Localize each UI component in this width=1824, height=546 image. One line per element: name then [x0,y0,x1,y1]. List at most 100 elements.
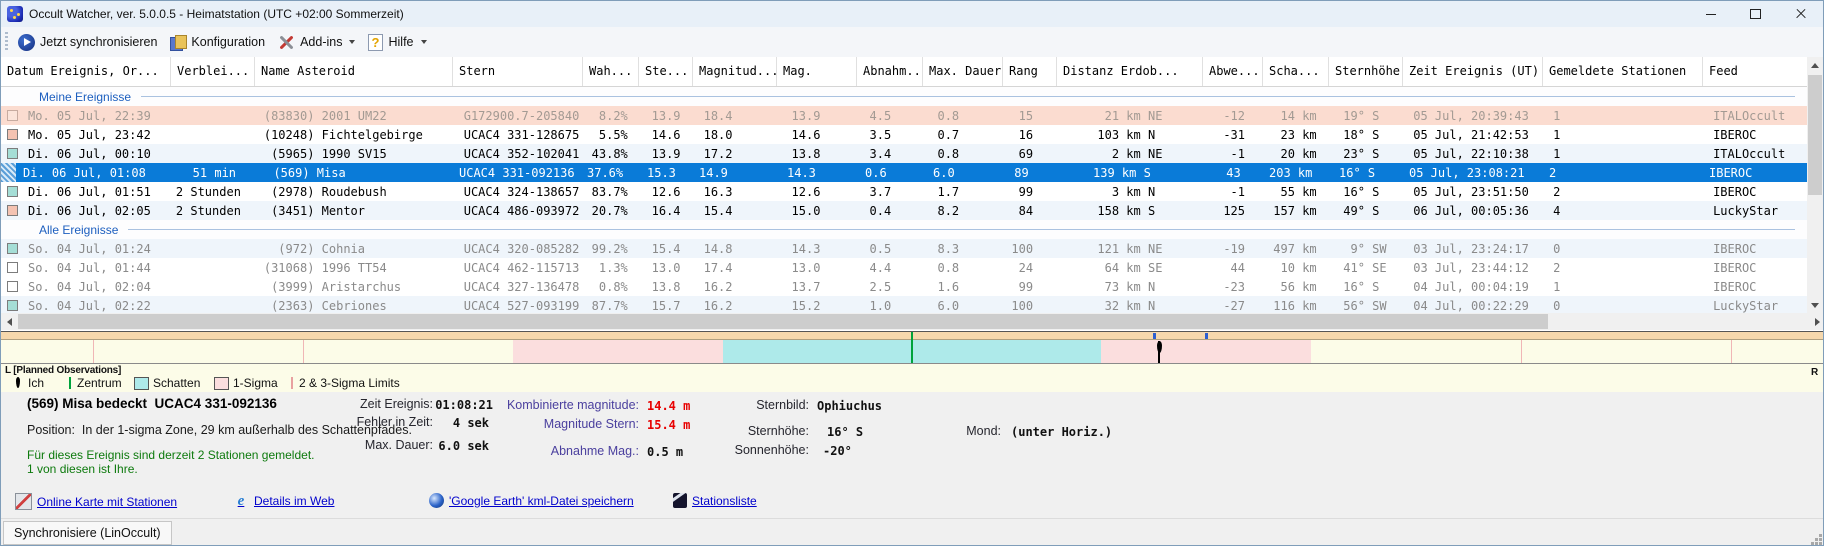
constellation-label: Sternbild: [701,398,809,412]
addins-menu-button[interactable]: Add-ins [274,30,364,54]
table-row[interactable]: Mo. 05 Jul, 22:39(83830) 2001 UM22G17290… [1,106,1809,125]
column-header[interactable]: Stern [453,57,583,86]
cell-hoehe: 23° S [1329,147,1403,161]
column-header[interactable]: Verblei... [171,57,255,86]
scroll-down-button[interactable] [1807,297,1823,313]
maximize-button[interactable] [1733,1,1778,27]
column-header[interactable]: Scha... [1263,57,1329,86]
cell-wah: 20.7% [584,204,640,218]
cell-dauer: 8.2 [923,204,1003,218]
cell-feed: IBEROC [1703,280,1809,294]
column-header[interactable]: Abnahm... [857,57,923,86]
toolbar-grip[interactable] [5,32,8,52]
cell-mag: 14.3 [773,166,853,180]
column-header[interactable]: Datum Ereignis, Or... [1,57,171,86]
row-checkbox[interactable] [7,281,18,292]
column-header[interactable]: Max. Dauer [923,57,1003,86]
app-icon [7,6,23,22]
table-row[interactable]: Di. 06 Jul, 01:08 51 min (569) MisaUCAC4… [1,163,1809,182]
row-checkbox[interactable] [7,186,18,197]
table-row[interactable]: So. 04 Jul, 02:04 (3999) AristarchusUCAC… [1,277,1809,296]
column-header[interactable]: Zeit Ereignis (UT) [1403,57,1543,86]
cell-feed: IBEROC [1703,185,1809,199]
cell-rang: 24 [1003,261,1057,275]
arrow-right-icon [1815,318,1820,326]
cell-feed: ITALOccult [1703,109,1809,123]
combined-magnitude-value: 14.4 m [647,399,690,413]
sigma-limit-line [93,340,94,363]
cell-scha: 55 km [1263,185,1329,199]
google-earth-kml-link[interactable]: 'Google Earth' kml-Datei speichern [429,493,634,508]
row-checkbox[interactable] [7,205,18,216]
column-header[interactable]: Rang [1003,57,1057,86]
cell-datum: So. 04 Jul, 01:24 [24,242,172,256]
sync-now-button[interactable]: Jetzt synchronisieren [14,30,166,54]
cell-magnitud: 14.8 [694,242,778,256]
column-header[interactable]: Sternhöhe [1329,57,1403,86]
close-button[interactable] [1778,1,1823,27]
column-header[interactable]: Ste... [639,57,693,86]
cell-name: (3451) Mentor [256,204,454,218]
help-label: Hilfe [388,35,413,49]
table-row[interactable]: Mo. 05 Jul, 23:42(10248) FichtelgebirgeU… [1,125,1809,144]
star-magnitude-label: Magnitude Stern: [481,417,639,431]
online-map-label: Online Karte mit Stationen [37,495,177,509]
configuration-button[interactable]: Konfiguration [166,30,274,54]
legend-schatten-label: Schatten [153,376,200,390]
row-checkbox[interactable] [7,243,18,254]
horizontal-scroll-thumb[interactable] [18,314,1548,329]
table-row[interactable]: So. 04 Jul, 01:44(31068) 1996 TT54UCAC4 … [1,258,1809,277]
scroll-left-button[interactable] [1,313,17,330]
table-row[interactable]: Di. 06 Jul, 00:10 (5965) 1990 SV15UCAC4 … [1,144,1809,163]
column-header[interactable]: Distanz Erdob... [1057,57,1203,86]
scroll-right-button[interactable] [1809,313,1824,330]
row-checkbox[interactable] [7,148,18,159]
cell-stern: G172900.7-205840 [454,109,584,123]
cell-stationen: 0 [1543,299,1703,313]
column-header[interactable]: Mag. [777,57,857,86]
column-header[interactable]: Gemeldete Stationen [1543,57,1703,86]
star-altitude-label: Sternhöhe: [701,424,809,438]
minimize-button[interactable] [1688,1,1733,27]
cell-feed: ITALOccult [1703,147,1809,161]
row-checkbox[interactable] [7,300,18,311]
cell-mag: 14.3 [778,242,858,256]
column-header[interactable]: Wah... [583,57,639,86]
cell-feed: IBEROC [1703,261,1809,275]
cell-abnahm: 2.5 [858,280,924,294]
station-list-label: Stationsliste [692,494,757,508]
cell-mag: 15.2 [778,299,858,313]
row-checkbox[interactable] [7,262,18,273]
table-row[interactable]: Di. 06 Jul, 01:512 Stunden (2978) Roudeb… [1,182,1809,201]
help-menu-button[interactable]: Hilfe [364,30,435,54]
star-altitude-value: 16° S [827,425,863,439]
column-header[interactable]: Magnitud... [693,57,777,86]
online-map-link[interactable]: Online Karte mit Stationen [15,493,177,510]
chevron-down-icon [421,40,427,44]
resize-grip[interactable] [1810,533,1822,545]
cell-distanz: 103 km N [1057,128,1203,142]
vertical-scroll-thumb[interactable] [1808,75,1822,195]
cell-hoehe: 56° SW [1329,299,1403,313]
scroll-up-button[interactable] [1807,57,1823,73]
column-header[interactable]: Feed [1703,57,1809,86]
row-checkbox[interactable] [7,110,18,121]
horizontal-scrollbar[interactable] [1,313,1824,330]
station-list-link[interactable]: Stationsliste [673,493,757,508]
browser-icon: e [233,493,249,509]
row-checkbox[interactable] [1,163,16,182]
table-row[interactable]: So. 04 Jul, 01:24 (972) CohniaUCAC4 320-… [1,239,1809,258]
web-details-link[interactable]: e Details im Web [233,493,334,509]
sigma-limit-line [1731,340,1732,363]
column-header[interactable]: Name Asteroid [255,57,453,86]
group-line [128,229,1795,230]
column-header[interactable]: Abwe... [1203,57,1263,86]
vertical-scrollbar[interactable] [1807,57,1823,313]
cell-zeit: 03 Jul, 23:24:17 [1403,242,1543,256]
table-row[interactable]: So. 04 Jul, 02:22 (2363) CebrionesUCAC4 … [1,296,1809,313]
sigma1-left-band [513,340,723,363]
cell-magnitud: 18.4 [694,109,778,123]
row-checkbox[interactable] [7,129,18,140]
table-row[interactable]: Di. 06 Jul, 02:052 Stunden (3451) Mentor… [1,201,1809,220]
group-label: Meine Ereignisse [39,90,131,104]
